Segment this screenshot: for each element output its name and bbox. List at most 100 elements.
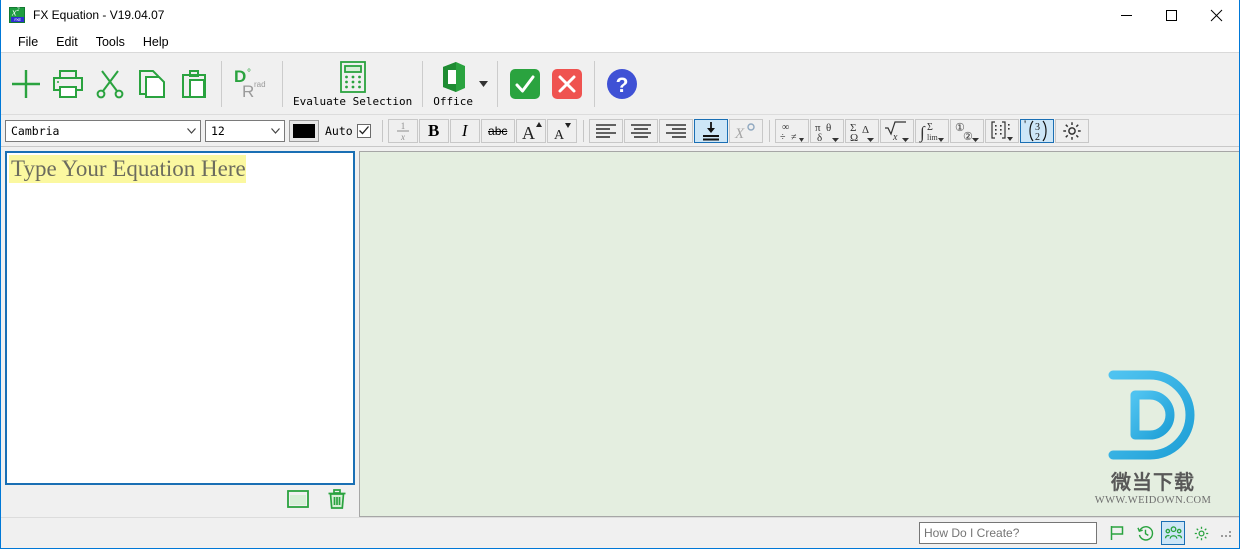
align-left-button[interactable] [588, 118, 623, 143]
gear-icon [1062, 121, 1081, 140]
equation-placeholder-text: Type Your Equation Here [9, 155, 246, 183]
menu-item-edit[interactable]: Edit [47, 32, 87, 52]
menu-item-file[interactable]: File [9, 32, 47, 52]
minimize-button[interactable] [1104, 0, 1149, 31]
toolbar-separator [221, 61, 222, 107]
office-export-button[interactable]: Office [429, 53, 477, 114]
matrix-palette-button[interactable] [984, 118, 1019, 143]
window-icon [287, 489, 309, 508]
delete-equation-button[interactable] [327, 488, 347, 515]
office-dropdown-caret[interactable] [477, 53, 491, 114]
gear-icon [1194, 526, 1208, 540]
equation-preview-pane[interactable]: 微当下载 WWW.WEIDOWN.COM [359, 151, 1239, 517]
operators-palette-button[interactable]: ∞ ÷ ≠ [774, 118, 809, 143]
svg-text:÷: ÷ [780, 132, 786, 143]
main-toolbar: D ° R rad Evaluate Selection Office ? [1, 53, 1239, 115]
greek-lowercase-palette-button[interactable]: π θ δ [809, 118, 844, 144]
svg-text:': ' [1024, 117, 1026, 131]
italic-button[interactable]: I [449, 118, 480, 143]
shrink-font-button[interactable]: A [546, 118, 577, 143]
equation-pane-tools [5, 485, 355, 517]
paste-button[interactable] [173, 53, 215, 114]
toolbar-separator [496, 61, 498, 107]
cut-button[interactable] [89, 53, 131, 114]
trash-icon [328, 488, 346, 509]
watermark-chinese-text: 微当下载 [1111, 470, 1195, 494]
strikethrough-label: abc [488, 123, 508, 138]
color-swatch-fill [293, 123, 315, 138]
greek-uppercase-icon: Σ Δ Ω [850, 122, 874, 144]
people-button[interactable] [1161, 521, 1185, 545]
print-button[interactable] [47, 53, 89, 114]
auto-checkbox[interactable] [356, 123, 371, 138]
calculator-icon [339, 60, 366, 93]
align-right-button[interactable] [658, 118, 693, 143]
close-button[interactable] [1194, 0, 1239, 31]
grow-font-button[interactable]: A [515, 118, 546, 143]
superscript-button[interactable]: X [728, 118, 763, 143]
svg-text:x: x [892, 132, 898, 143]
copy-button[interactable] [131, 53, 173, 114]
align-center-button[interactable] [623, 118, 658, 143]
fraction-button[interactable]: 1 x [387, 118, 418, 143]
equation-editor[interactable]: Type Your Equation Here [5, 151, 355, 485]
evaluate-selection-button[interactable]: Evaluate Selection [289, 53, 416, 114]
auto-label: Auto [325, 123, 353, 138]
settings-button[interactable] [1054, 118, 1089, 143]
svg-text:2: 2 [1035, 132, 1040, 143]
printer-icon [53, 69, 83, 98]
svg-text:lim: lim [927, 133, 938, 142]
fx-equation-icon: x2 FXE [9, 7, 25, 23]
calculus-palette-button[interactable]: ∫ Σ lim [914, 118, 949, 143]
menu-item-tools[interactable]: Tools [87, 32, 134, 52]
circled-numbers-palette-button[interactable]: ① ② [949, 118, 984, 143]
bold-button[interactable]: B [418, 118, 449, 143]
flag-button[interactable] [1105, 521, 1129, 545]
chevron-down-icon [479, 80, 489, 87]
toolbar-separator [282, 61, 283, 107]
italic-label: I [461, 120, 468, 140]
operators-icon: ∞ ÷ ≠ [780, 122, 804, 143]
svg-text:A: A [554, 128, 565, 143]
new-equation-button[interactable] [5, 53, 47, 114]
binomial-button[interactable]: ' 3 2 [1019, 117, 1054, 143]
svg-text:°: ° [247, 68, 251, 79]
svg-text:②: ② [963, 131, 973, 143]
svg-text:≠: ≠ [791, 132, 797, 143]
align-baseline-button[interactable] [693, 118, 728, 143]
menu-item-help[interactable]: Help [134, 32, 178, 52]
cancel-button[interactable] [546, 53, 588, 114]
font-family-value: Cambria [11, 123, 60, 138]
accept-button[interactable] [504, 53, 546, 114]
roots-palette-button[interactable]: x [879, 118, 914, 143]
check-icon [509, 68, 540, 99]
history-button[interactable] [1133, 521, 1157, 545]
square-root-icon: x [884, 120, 909, 143]
align-left-icon [595, 123, 616, 138]
font-size-select[interactable]: 12 [205, 119, 285, 142]
resize-grip[interactable] [1221, 526, 1235, 540]
checkmark-icon [358, 126, 369, 135]
greek-uppercase-palette-button[interactable]: Σ Δ Ω [844, 118, 879, 144]
svg-text:A: A [522, 123, 535, 143]
svg-text:x: x [400, 132, 405, 142]
watermark: 微当下载 WWW.WEIDOWN.COM [1089, 369, 1217, 506]
font-family-select[interactable]: Cambria [5, 119, 201, 142]
help-button[interactable]: ? [601, 53, 643, 114]
help-search-input[interactable] [919, 522, 1097, 544]
strikethrough-button[interactable]: abc [480, 118, 515, 143]
format-separator [582, 119, 584, 142]
window-view-button[interactable] [287, 489, 309, 513]
people-icon [1164, 526, 1182, 539]
plus-icon [12, 69, 40, 98]
status-settings-button[interactable] [1189, 521, 1213, 545]
text-color-button[interactable] [289, 119, 319, 142]
align-right-icon [665, 123, 686, 138]
maximize-button[interactable] [1149, 0, 1194, 31]
clock-history-icon [1136, 525, 1153, 541]
question-mark-icon: ? [606, 68, 637, 99]
svg-text:?: ? [616, 74, 629, 97]
angle-mode-button[interactable]: D ° R rad [228, 53, 276, 114]
title-bar: x2 FXE FX Equation - V19.04.07 [1, 0, 1239, 31]
degree-radian-icon: D ° R rad [234, 67, 266, 101]
